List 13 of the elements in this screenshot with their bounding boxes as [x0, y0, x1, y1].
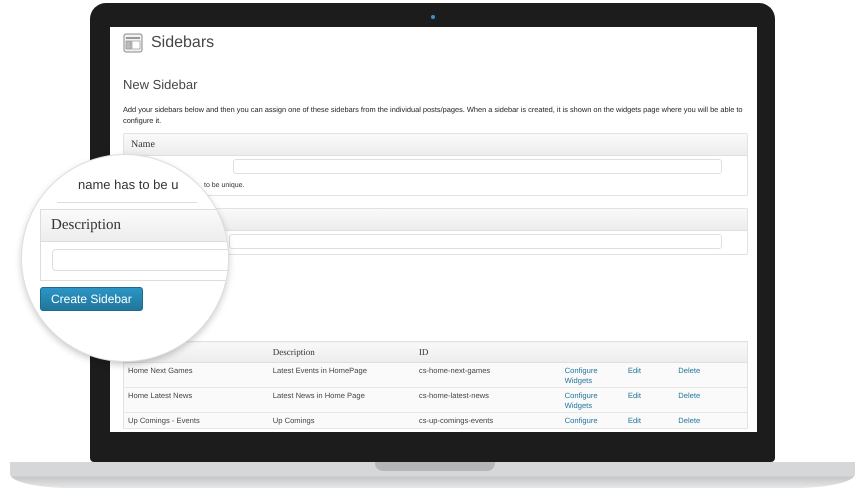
field-label: Name [124, 134, 747, 156]
description-input-field[interactable] [52, 249, 228, 271]
create-sidebar-button[interactable]: Create Sidebar [40, 287, 143, 311]
hint-text: name has to be u [78, 177, 178, 192]
section-title: New Sidebar [123, 77, 198, 92]
page-title: Sidebars [151, 34, 214, 52]
column-header: ID [414, 342, 561, 362]
field-label: Description [41, 210, 228, 242]
name-input-field[interactable] [233, 159, 722, 174]
sidebar-layout-icon [123, 33, 143, 53]
description-input-field[interactable] [229, 234, 722, 249]
camera-icon [431, 15, 435, 19]
column-header: Description [268, 342, 415, 362]
